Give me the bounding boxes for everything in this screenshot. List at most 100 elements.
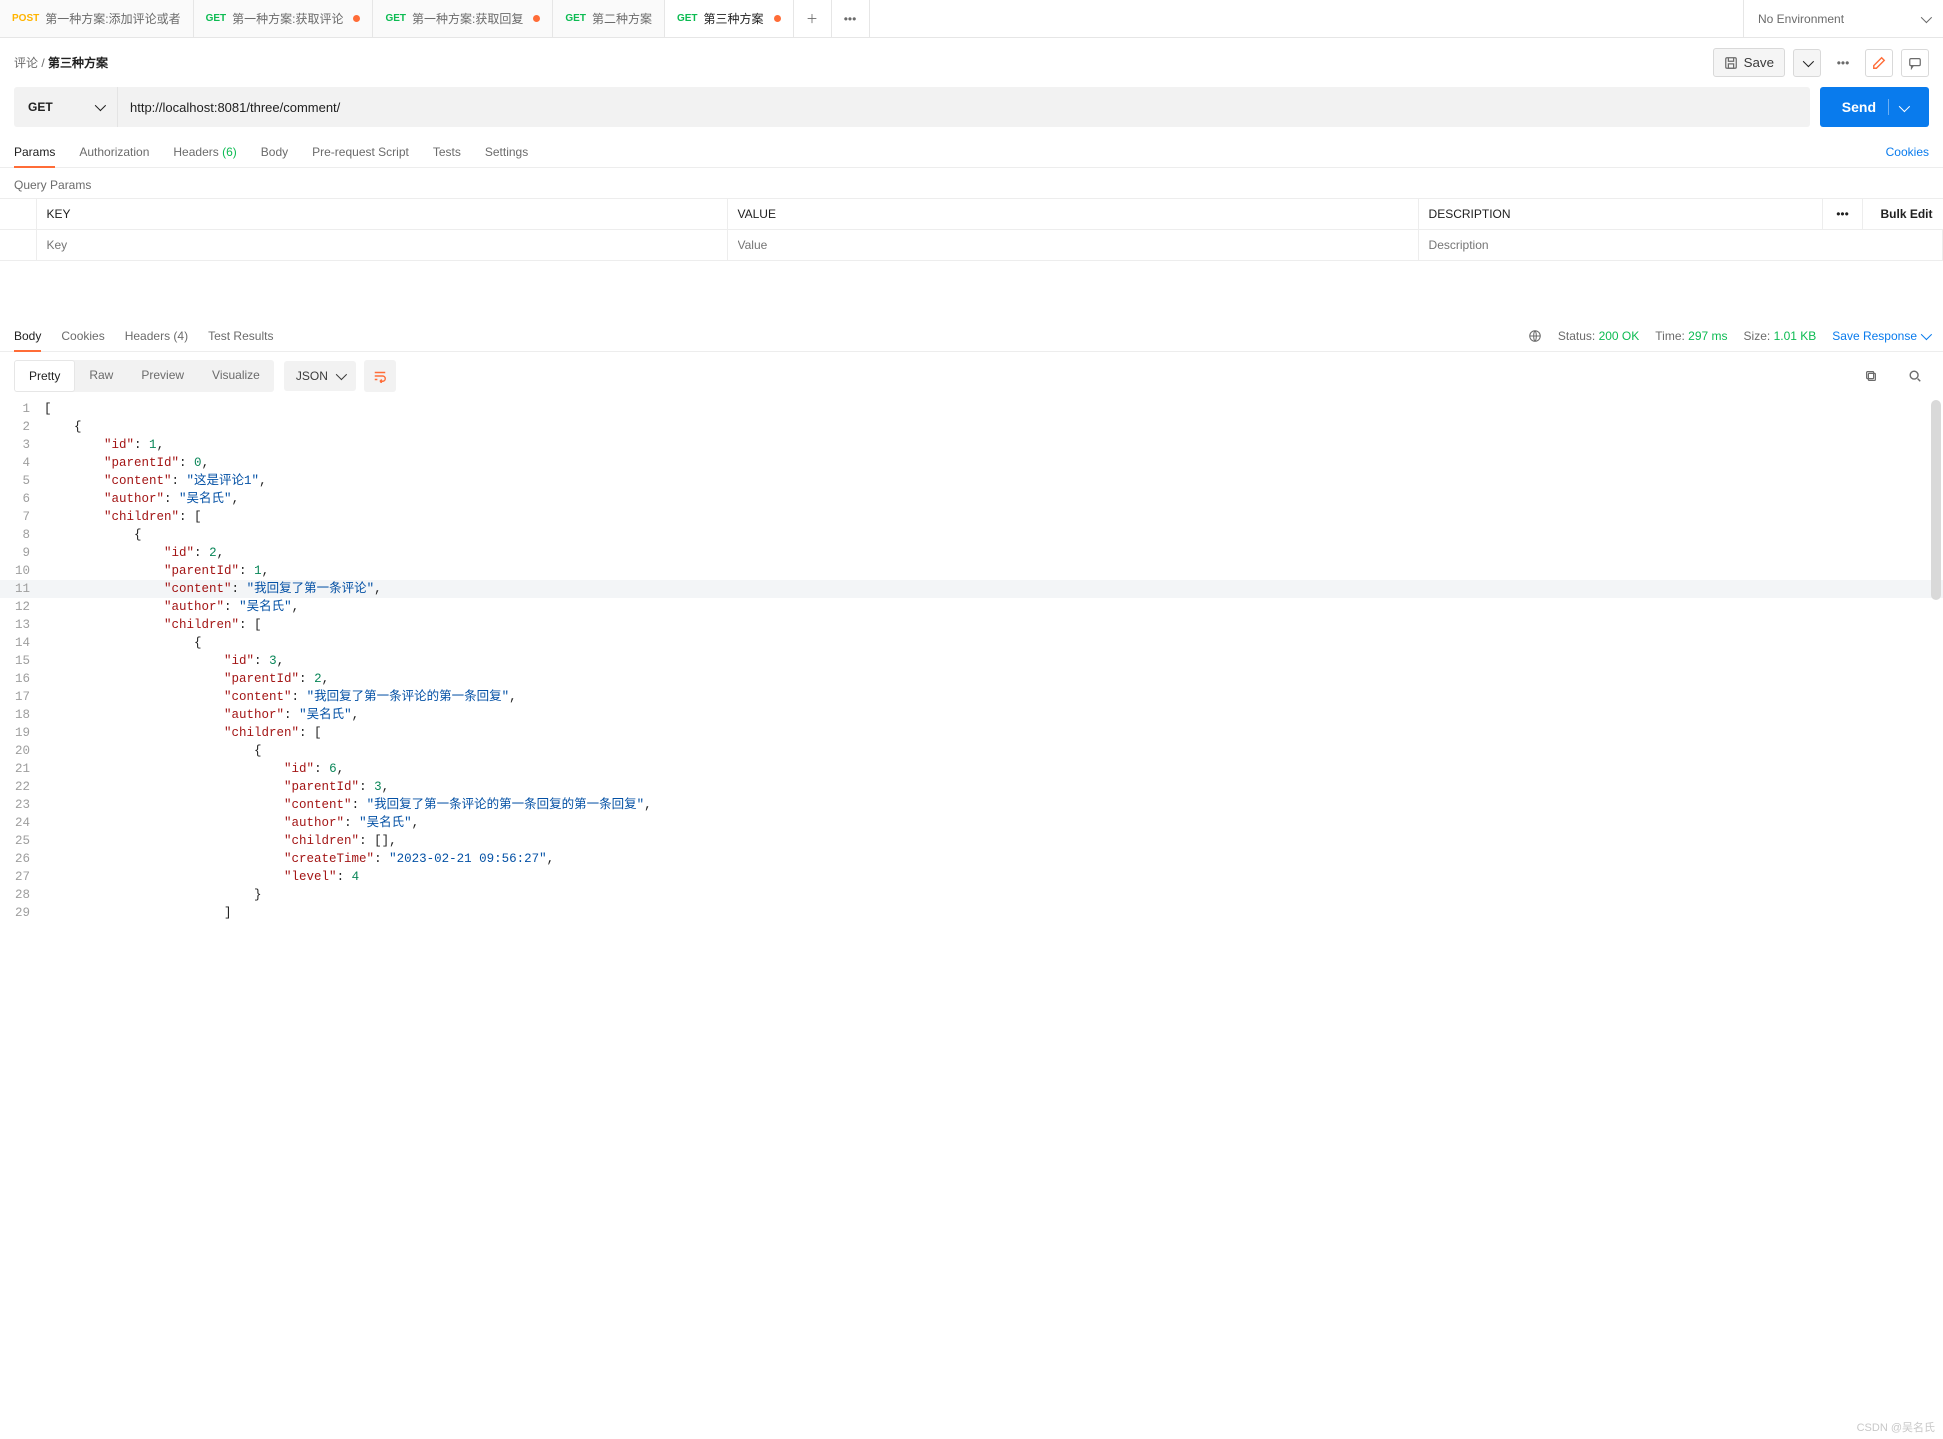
key-input[interactable] — [47, 238, 717, 252]
tab-method: GET — [385, 13, 406, 24]
code-content: "id": 3, — [44, 652, 1943, 670]
tab-tests[interactable]: Tests — [433, 137, 461, 167]
save-button[interactable]: Save — [1713, 48, 1785, 77]
search-button[interactable] — [1901, 362, 1929, 390]
params-input-row — [0, 230, 1943, 261]
code-content: "id": 2, — [44, 544, 1943, 562]
tab-label: 第一种方案:获取回复 — [412, 10, 523, 27]
request-subtabs: Params Authorization Headers (6) Body Pr… — [0, 137, 1943, 168]
breadcrumb-parent[interactable]: 评论 — [14, 56, 38, 70]
method-url-group: GET — [14, 87, 1810, 127]
code-line: 2 { — [0, 418, 1943, 436]
status-value: 200 OK — [1599, 329, 1640, 343]
tab-settings[interactable]: Settings — [485, 137, 528, 167]
code-line: 10 "parentId": 1, — [0, 562, 1943, 580]
bulk-edit-button[interactable]: Bulk Edit — [1863, 199, 1943, 230]
tab-overflow-button[interactable]: ••• — [832, 0, 870, 37]
gutter: 1 — [0, 400, 44, 418]
more-actions-button[interactable]: ••• — [1829, 49, 1857, 77]
unsaved-dot-icon — [353, 15, 360, 22]
code-content: { — [44, 418, 1943, 436]
code-content: "createTime": "2023-02-21 09:56:27", — [44, 850, 1943, 868]
view-mode-segment: Pretty Raw Preview Visualize — [14, 360, 274, 392]
send-button[interactable]: Send — [1820, 87, 1929, 127]
view-pretty[interactable]: Pretty — [14, 360, 75, 392]
code-line: 17 "content": "我回复了第一条评论的第一条回复", — [0, 688, 1943, 706]
tab-authorization[interactable]: Authorization — [79, 137, 149, 167]
comment-icon-button[interactable] — [1901, 49, 1929, 77]
resp-tab-headers[interactable]: Headers (4) — [125, 321, 188, 351]
tab-pre-request[interactable]: Pre-request Script — [312, 137, 409, 167]
environment-selector[interactable]: No Environment — [1743, 0, 1943, 37]
chevron-down-icon — [1803, 55, 1814, 66]
view-raw[interactable]: Raw — [75, 360, 127, 392]
resp-tab-body[interactable]: Body — [14, 321, 41, 351]
value-input[interactable] — [738, 238, 1408, 252]
gutter: 21 — [0, 760, 44, 778]
tab-2[interactable]: GET 第一种方案:获取回复 — [373, 0, 553, 37]
code-line: 29 ] — [0, 904, 1943, 922]
tab-body[interactable]: Body — [261, 137, 288, 167]
resp-tab-test-results[interactable]: Test Results — [208, 321, 273, 351]
tab-headers[interactable]: Headers (6) — [173, 137, 236, 167]
tab-label: 第一种方案:添加评论或者 — [45, 10, 180, 27]
response-body[interactable]: 1[2 {3 "id": 1,4 "parentId": 0,5 "conten… — [0, 400, 1943, 922]
tab-4[interactable]: GET第三种方案 — [665, 0, 794, 37]
gutter: 12 — [0, 598, 44, 616]
tab-method: GET — [677, 13, 698, 24]
wrap-lines-button[interactable] — [364, 360, 396, 392]
description-input[interactable] — [1429, 238, 1932, 252]
code-line: 9 "id": 2, — [0, 544, 1943, 562]
code-line: 26 "createTime": "2023-02-21 09:56:27", — [0, 850, 1943, 868]
code-line: 22 "parentId": 3, — [0, 778, 1943, 796]
save-group: Save ••• — [1713, 48, 1929, 77]
gutter: 14 — [0, 634, 44, 652]
gutter: 29 — [0, 904, 44, 922]
tab-3[interactable]: GET第二种方案 — [553, 0, 665, 37]
copy-button[interactable] — [1857, 362, 1885, 390]
comment-icon — [1908, 56, 1922, 70]
gutter: 28 — [0, 886, 44, 904]
code-line: 12 "author": "吴名氏", — [0, 598, 1943, 616]
resp-tab-cookies[interactable]: Cookies — [61, 321, 104, 351]
query-params-title: Query Params — [0, 168, 1943, 198]
scrollbar[interactable] — [1929, 400, 1943, 922]
params-header-row: KEY VALUE DESCRIPTION ••• Bulk Edit — [0, 199, 1943, 230]
gutter: 16 — [0, 670, 44, 688]
tab-0[interactable]: POST第一种方案:添加评论或者 — [0, 0, 194, 37]
tab-1[interactable]: GET第一种方案:获取评论 — [194, 0, 374, 37]
code-line: 25 "children": [], — [0, 832, 1943, 850]
save-dropdown-button[interactable] — [1793, 49, 1821, 77]
wrap-icon — [373, 369, 387, 383]
send-dropdown[interactable] — [1888, 99, 1907, 115]
code-content: [ — [44, 400, 1943, 418]
col-description: DESCRIPTION — [1418, 199, 1822, 230]
method-selector[interactable]: GET — [14, 87, 118, 127]
code-line: 7 "children": [ — [0, 508, 1943, 526]
tab-params[interactable]: Params — [14, 137, 55, 167]
request-row: GET Send — [0, 87, 1943, 137]
view-visualize[interactable]: Visualize — [198, 360, 274, 392]
scrollbar-thumb[interactable] — [1931, 400, 1941, 600]
view-preview[interactable]: Preview — [127, 360, 198, 392]
code-line: 23 "content": "我回复了第一条评论的第一条回复的第一条回复", — [0, 796, 1943, 814]
url-input[interactable] — [118, 87, 1810, 127]
col-more[interactable]: ••• — [1823, 199, 1863, 230]
save-response-button[interactable]: Save Response — [1832, 329, 1929, 343]
code-line: 3 "id": 1, — [0, 436, 1943, 454]
language-selector[interactable]: JSON — [284, 361, 356, 391]
gutter: 4 — [0, 454, 44, 472]
gutter: 25 — [0, 832, 44, 850]
gutter: 17 — [0, 688, 44, 706]
cookies-link[interactable]: Cookies — [1886, 137, 1929, 167]
tab-bar: POST第一种方案:添加评论或者GET第一种方案:获取评论 GET 第一种方案:获取… — [0, 0, 1943, 38]
globe-icon[interactable] — [1528, 329, 1542, 343]
code-content: "author": "吴名氏", — [44, 490, 1943, 508]
size-value: 1.01 KB — [1774, 329, 1817, 343]
code-content: { — [44, 634, 1943, 652]
gutter: 24 — [0, 814, 44, 832]
code-line: 1[ — [0, 400, 1943, 418]
edit-icon-button[interactable] — [1865, 49, 1893, 77]
new-tab-button[interactable]: ＋ — [794, 0, 832, 37]
code-content: "content": "我回复了第一条评论的第一条回复的第一条回复", — [44, 796, 1943, 814]
